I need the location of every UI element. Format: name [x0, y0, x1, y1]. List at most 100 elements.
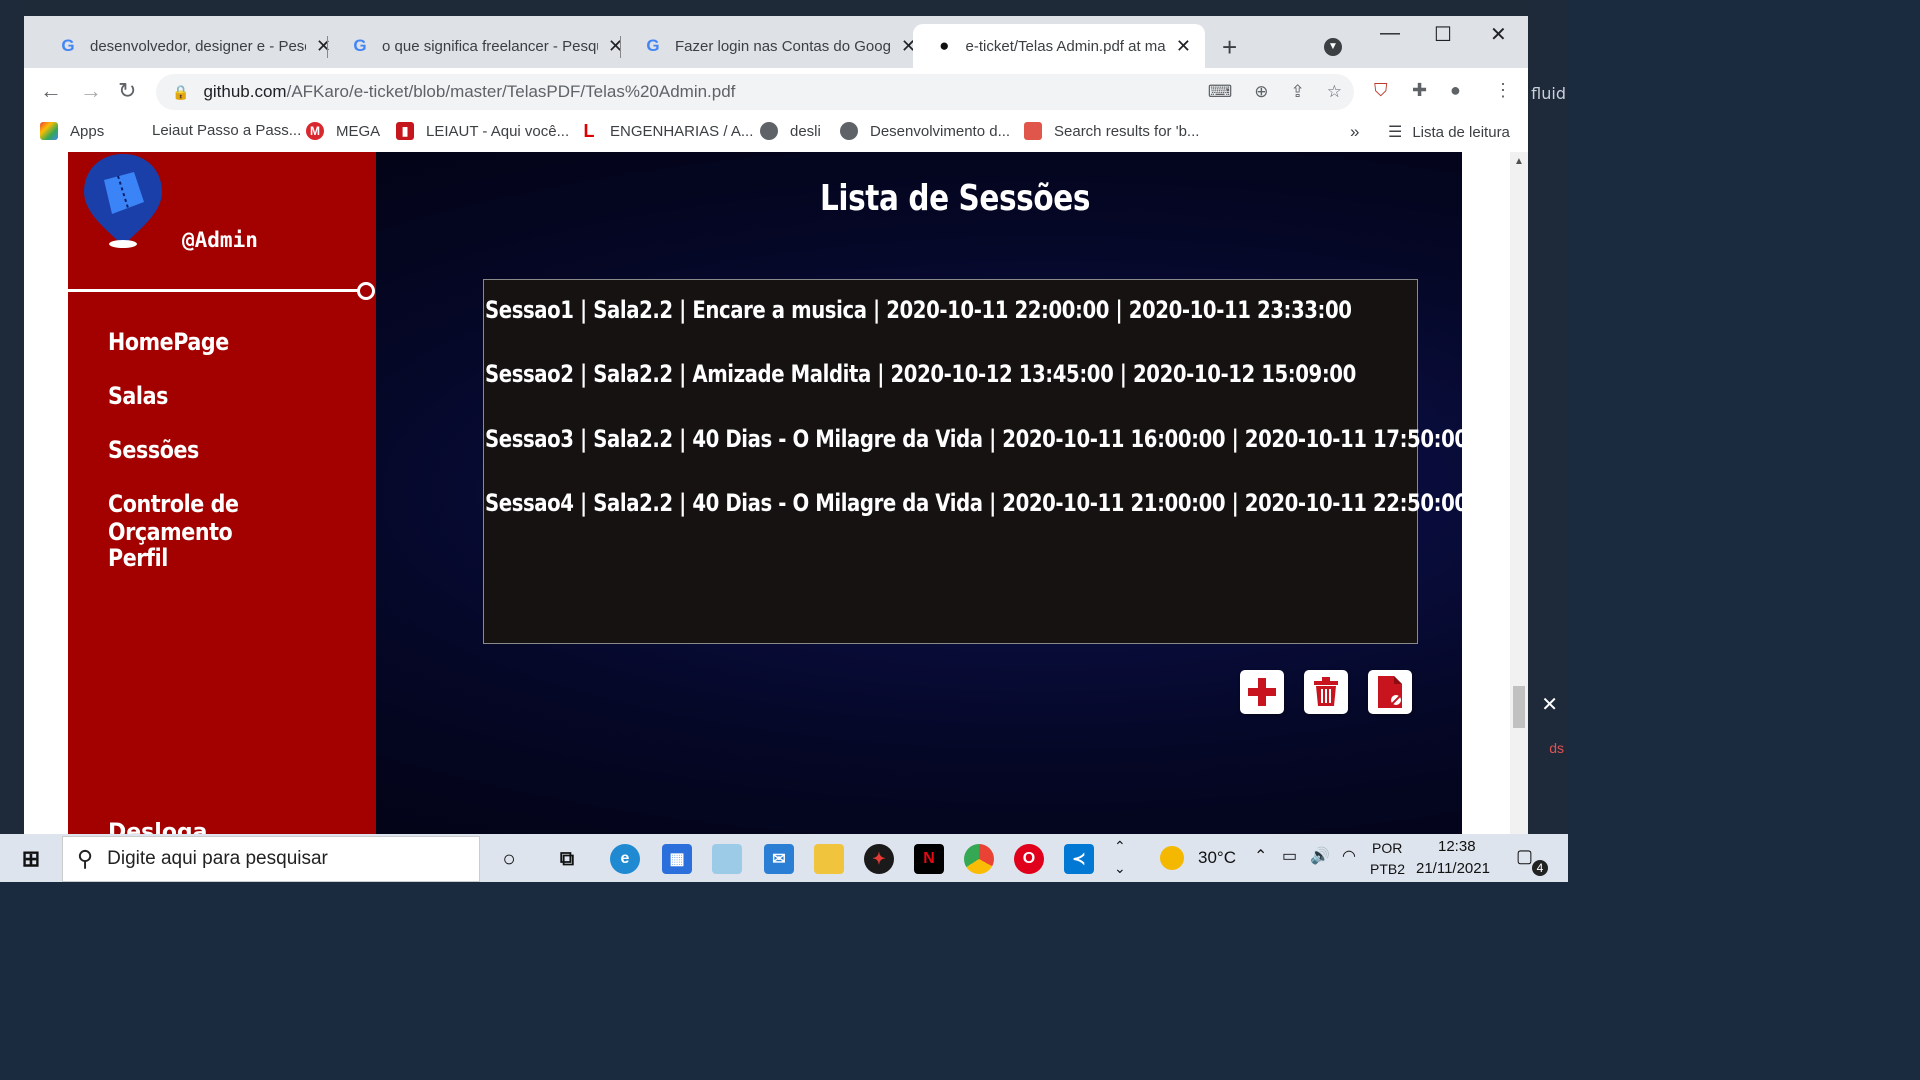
- delete-session-button[interactable]: [1304, 670, 1348, 714]
- keyboard-layout[interactable]: PTB2: [1370, 861, 1405, 877]
- extension-shield-icon[interactable]: ⛉: [1374, 80, 1388, 101]
- minimize-icon[interactable]: —: [1380, 22, 1400, 45]
- mail-icon[interactable]: ✉: [764, 844, 794, 874]
- edge-icon[interactable]: e: [610, 844, 640, 874]
- bookmarks-overflow-icon[interactable]: »: [1350, 122, 1359, 142]
- pdf-viewport: @Admin HomePage Salas Sessões Controle d…: [24, 152, 1528, 834]
- bookmark-star-icon[interactable]: ☆: [1327, 82, 1342, 102]
- back-icon[interactable]: ←: [40, 78, 62, 104]
- language-code[interactable]: POR: [1372, 840, 1402, 856]
- forward-icon[interactable]: →: [80, 78, 102, 104]
- notifications-icon[interactable]: ▢: [1516, 846, 1533, 867]
- engenharias-icon: L: [580, 122, 598, 140]
- list-item[interactable]: Sessao2 | Sala2.2 | Amizade Maldita | 20…: [485, 360, 1356, 388]
- reload-icon[interactable]: ↻: [118, 78, 136, 104]
- apps-grid-icon: [40, 122, 58, 140]
- vscode-icon[interactable]: ≺: [1064, 844, 1094, 874]
- notepad-icon[interactable]: [712, 844, 742, 874]
- bookmark-engenharias[interactable]: L ENGENHARIAS / A...: [580, 122, 753, 140]
- admin-username: @Admin: [182, 228, 258, 252]
- game-app-icon[interactable]: ✦: [864, 844, 894, 874]
- bookmark-label: Leiaut Passo a Pass...: [152, 122, 302, 139]
- maximize-icon[interactable]: ☐: [1434, 22, 1452, 47]
- zoom-icon[interactable]: ⊕: [1254, 82, 1268, 102]
- taskbar-search[interactable]: ⚲ Digite aqui para pesquisar: [62, 836, 480, 882]
- background-red-text: ds: [1549, 740, 1564, 756]
- tab-title: desenvolvedor, designer e - Pesq: [90, 37, 306, 55]
- close-tab-icon[interactable]: ✕: [1176, 36, 1191, 57]
- volume-icon[interactable]: 🔊: [1310, 846, 1330, 866]
- sessions-list: Sessao1 | Sala2.2 | Encare a musica | 20…: [483, 279, 1468, 644]
- wifi-icon[interactable]: ◠: [1342, 846, 1356, 866]
- share-icon[interactable]: ⇪: [1291, 82, 1305, 102]
- bookmark-desli[interactable]: desli: [760, 122, 821, 140]
- background-editor-left: [0, 0, 24, 834]
- sidebar-item-salas[interactable]: Salas: [108, 382, 168, 410]
- list-item[interactable]: Sessao1 | Sala2.2 | Encare a musica | 20…: [485, 296, 1352, 324]
- reading-list[interactable]: ☰ Lista de leitura: [1388, 122, 1510, 142]
- sidebar-item-perfil[interactable]: Perfil: [108, 544, 168, 572]
- clock-time[interactable]: 12:38: [1438, 838, 1476, 855]
- chrome-icon[interactable]: [964, 844, 994, 874]
- bookmark-label: Desenvolvimento d...: [870, 122, 1011, 140]
- weather-sun-icon[interactable]: [1160, 846, 1184, 870]
- bookmark-leiaut-aqui[interactable]: ▮ LEIAUT - Aqui você...: [396, 122, 569, 140]
- opera-icon[interactable]: O: [1014, 844, 1044, 874]
- google-icon: G: [646, 36, 660, 55]
- background-close-icon[interactable]: ✕: [1541, 692, 1558, 717]
- lock-icon: 🔒: [172, 83, 190, 100]
- network-device-icon[interactable]: ▭: [1282, 846, 1297, 866]
- url-path: /AFKaro/e-ticket/blob/master/TelasPDF/Te…: [286, 82, 736, 101]
- ticket-logo-icon: [84, 154, 162, 248]
- extensions-puzzle-icon[interactable]: ✚: [1412, 80, 1427, 101]
- tab-4-active[interactable]: ● e-ticket/Telas Admin.pdf at maste ✕: [913, 24, 1205, 68]
- bookmark-leiaut[interactable]: Leiaut Passo a Pass...: [152, 122, 301, 139]
- temperature[interactable]: 30°C: [1198, 848, 1236, 868]
- add-session-button[interactable]: [1240, 670, 1284, 714]
- profile-avatar-icon[interactable]: ●: [1450, 80, 1461, 101]
- globe-icon: [760, 122, 778, 140]
- new-tab-button[interactable]: +: [1222, 32, 1237, 63]
- bookmark-label: desli: [790, 122, 821, 140]
- sidebar-item-controle-orcamento[interactable]: Controle de Orçamento: [108, 490, 338, 546]
- scroll-taskbar-down-icon[interactable]: ⌄: [1114, 860, 1126, 877]
- clock-date[interactable]: 21/11/2021: [1416, 860, 1490, 877]
- windows-start-icon[interactable]: ⊞: [16, 844, 46, 874]
- page-scrollbar[interactable]: ▲: [1510, 152, 1528, 834]
- cortana-icon[interactable]: ○: [494, 844, 524, 874]
- netflix-icon[interactable]: N: [914, 844, 944, 874]
- scrollbar-thumb[interactable]: [1513, 686, 1525, 728]
- scroll-up-icon[interactable]: ▲: [1514, 156, 1524, 167]
- tab-3[interactable]: G Fazer login nas Contas do Google ✕: [621, 24, 930, 68]
- sidebar-item-deslogar[interactable]: Desloga: [108, 820, 208, 834]
- bookmark-mega[interactable]: M MEGA: [306, 122, 380, 140]
- store-icon[interactable]: ▦: [662, 844, 692, 874]
- close-window-icon[interactable]: ✕: [1490, 22, 1507, 47]
- trash-icon: [1314, 677, 1338, 706]
- tab-strip: G desenvolvedor, designer e - Pesq ✕ G o…: [24, 16, 1528, 68]
- show-hidden-icons-icon[interactable]: ⌃: [1254, 846, 1267, 866]
- plus-icon: [1248, 678, 1276, 706]
- tab-search-icon[interactable]: ▼: [1324, 38, 1342, 56]
- google-icon: G: [61, 36, 75, 55]
- pdf-page: @Admin HomePage Salas Sessões Controle d…: [68, 152, 1468, 834]
- search-placeholder: Digite aqui para pesquisar: [107, 848, 328, 869]
- task-view-icon[interactable]: ⧉: [552, 844, 582, 874]
- bookmark-apps[interactable]: Apps: [40, 122, 104, 140]
- sidebar-item-sessoes[interactable]: Sessões: [108, 436, 199, 464]
- list-item[interactable]: Sessao4 | Sala2.2 | 40 Dias - O Milagre …: [485, 489, 1468, 517]
- scroll-taskbar-up-icon[interactable]: ⌃: [1114, 838, 1126, 855]
- bookmark-label: LEIAUT - Aqui você...: [426, 122, 570, 140]
- edit-session-button[interactable]: [1368, 670, 1412, 714]
- bookmark-desenvolvimento[interactable]: Desenvolvimento d...: [840, 122, 1010, 140]
- menu-dots-icon[interactable]: ⋮: [1494, 80, 1512, 101]
- bookmark-search-results[interactable]: Search results for 'b...: [1024, 122, 1199, 140]
- tab-2[interactable]: G o que significa freelancer - Pesqu ✕: [328, 24, 637, 68]
- address-bar[interactable]: 🔒 github.com/AFKaro/e-ticket/blob/master…: [156, 74, 1354, 110]
- tab-1[interactable]: G desenvolvedor, designer e - Pesq ✕: [36, 24, 345, 68]
- sidebar-item-homepage[interactable]: HomePage: [108, 328, 229, 356]
- file-explorer-icon[interactable]: [814, 844, 844, 874]
- translate-icon[interactable]: ⌨: [1208, 82, 1233, 102]
- bookmarks-bar: Apps Leiaut Passo a Pass... M MEGA ▮ LEI…: [24, 114, 1528, 150]
- list-item[interactable]: Sessao3 | Sala2.2 | 40 Dias - O Milagre …: [485, 425, 1468, 453]
